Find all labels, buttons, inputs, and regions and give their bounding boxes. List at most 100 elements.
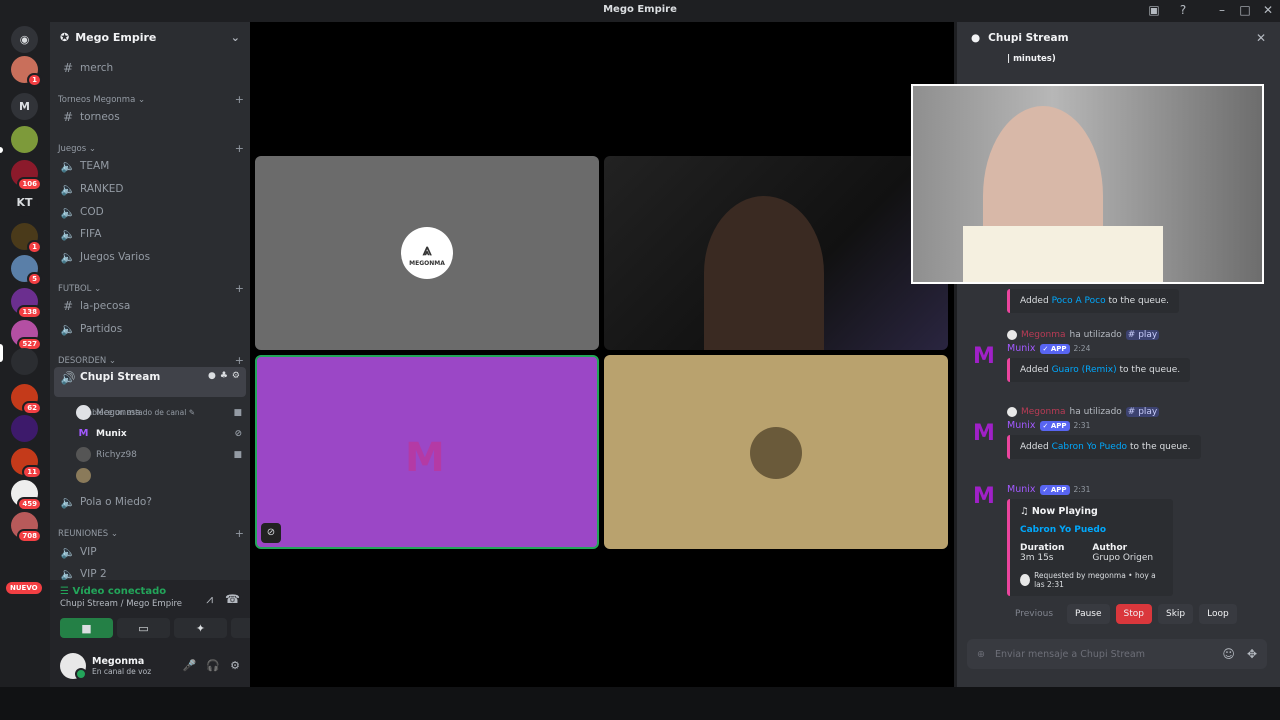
- category-torneos[interactable]: Torneos Megonma ⌄ +: [58, 93, 244, 106]
- command-reply[interactable]: Megonma ha utilizado # play: [1007, 330, 1259, 340]
- video-tile-megonma[interactable]: ⩓ MEGONMA: [255, 156, 599, 350]
- channel-team[interactable]: 🔈 TEAM: [54, 155, 246, 176]
- voice-user[interactable]: [76, 466, 242, 485]
- stop-button[interactable]: Stop: [1115, 604, 1152, 624]
- channel-ranked[interactable]: 🔈 RANKED: [54, 178, 246, 199]
- channel-vip[interactable]: 🔈 VIP: [54, 541, 246, 562]
- speaker-icon: 🔈: [60, 226, 76, 241]
- webcam-shirt: [963, 226, 1163, 282]
- add-attachment-icon[interactable]: ⊕: [977, 649, 985, 660]
- server-icon-11[interactable]: 62: [11, 384, 42, 415]
- microphone-icon[interactable]: 🎤: [183, 659, 197, 672]
- server-icon-3[interactable]: [11, 126, 38, 153]
- channel-fifa[interactable]: 🔈 FIFA: [54, 223, 246, 244]
- inbox-icon[interactable]: ▣: [1146, 3, 1162, 19]
- add-channel-icon[interactable]: +: [235, 142, 244, 155]
- channel-sidebar: ✪ Mego Empire ⌄ # merch Torneos Megonma ⌄…: [50, 22, 284, 687]
- gear-icon[interactable]: ⚙: [232, 371, 240, 381]
- category-futbol[interactable]: FUTBOL ⌄ +: [58, 282, 244, 295]
- help-icon[interactable]: ?: [1175, 3, 1191, 19]
- minimize-icon[interactable]: –: [1214, 3, 1230, 19]
- add-channel-icon[interactable]: +: [235, 527, 244, 540]
- server-icon-10[interactable]: [11, 348, 38, 375]
- invite-icon[interactable]: ♣: [220, 371, 228, 381]
- voice-user[interactable]: Richyz98 ■: [76, 445, 242, 464]
- camera-button[interactable]: ■: [60, 618, 113, 638]
- add-channel-icon[interactable]: +: [235, 93, 244, 106]
- now-playing-song[interactable]: Cabron Yo Puedo: [1020, 525, 1163, 535]
- channel-merch[interactable]: # merch: [54, 57, 246, 78]
- floating-webcam-overlay[interactable]: [911, 84, 1264, 284]
- loop-button[interactable]: Loop: [1199, 604, 1237, 624]
- channel-la-pecosa[interactable]: # la-pecosa: [54, 295, 246, 316]
- skip-button[interactable]: Skip: [1157, 604, 1194, 624]
- server-icon-13[interactable]: 11: [11, 448, 42, 479]
- add-channel-icon[interactable]: +: [235, 354, 244, 367]
- queue-embed: Added Poco A Poco to the queue.: [1007, 289, 1180, 313]
- avatar[interactable]: [60, 652, 87, 680]
- server-icon-4[interactable]: 106: [11, 160, 42, 191]
- message-composer[interactable]: ⊕ Enviar mensaje a Chupi Stream ☺ ✥: [967, 639, 1267, 669]
- voice-user[interactable]: M Munix ⊘: [76, 424, 242, 443]
- author-name[interactable]: Munix: [1007, 343, 1036, 354]
- previous-button[interactable]: Previous: [1007, 604, 1061, 624]
- close-icon[interactable]: ✕: [1256, 31, 1266, 45]
- speaker-icon: 🔈: [60, 249, 76, 264]
- server-icon-14[interactable]: 459: [11, 480, 42, 511]
- pause-button[interactable]: Pause: [1067, 604, 1110, 624]
- munix-avatar[interactable]: M: [971, 421, 997, 447]
- category-juegos[interactable]: Juegos ⌄ +: [58, 142, 244, 155]
- command-reply[interactable]: Megonma ha utilizado # play: [1007, 407, 1259, 417]
- hash-icon: #: [62, 109, 74, 124]
- server-icon-8[interactable]: 138: [11, 288, 42, 319]
- video-tile-munix[interactable]: M ⊘: [255, 355, 599, 549]
- channel-cod[interactable]: 🔈 COD: [54, 201, 246, 222]
- screen-share-button[interactable]: ▭: [117, 618, 170, 638]
- message-input[interactable]: Enviar mensaje a Chupi Stream: [995, 649, 1145, 660]
- category-desorden[interactable]: DESORDEN ⌄ +: [58, 354, 244, 367]
- munix-avatar[interactable]: M: [971, 344, 997, 370]
- video-tile-richyz98[interactable]: [604, 156, 948, 350]
- server-icon-12[interactable]: [11, 415, 38, 442]
- message-munix-1: Megonma ha utilizado # play M Munix ✓ APP 2:…: [969, 330, 1259, 382]
- channel-chupi-stream[interactable]: 🔊 Chupi Stream ● ♣ ⚙: [54, 367, 246, 397]
- disconnect-icon[interactable]: ☎: [225, 592, 240, 607]
- server-icon-6[interactable]: 1: [11, 223, 42, 254]
- megonma-logo: ⩓ MEGONMA: [401, 227, 453, 279]
- emoji-icon[interactable]: ☺: [1222, 647, 1235, 661]
- channel-torneos[interactable]: # torneos: [54, 106, 246, 127]
- chat-icon[interactable]: ●: [208, 371, 216, 381]
- headphones-icon[interactable]: 🎧: [206, 659, 220, 672]
- channel-juegos-varios[interactable]: 🔈 Juegos Varios: [54, 246, 246, 267]
- channel-pola[interactable]: 🔈 Pola o Miedo?: [54, 491, 246, 512]
- add-channel-icon[interactable]: +: [235, 282, 244, 295]
- gear-icon[interactable]: ⚙: [230, 659, 240, 672]
- close-window-icon[interactable]: ✕: [1260, 3, 1276, 19]
- server-icon-7[interactable]: 5: [11, 255, 42, 286]
- speaker-icon: 🔈: [60, 321, 76, 336]
- author-name[interactable]: Munix: [1007, 420, 1036, 431]
- channel-partidos[interactable]: 🔈 Partidos: [54, 318, 246, 339]
- noise-suppression-icon[interactable]: ⩘: [206, 592, 213, 607]
- server-icon-2[interactable]: M: [11, 93, 38, 120]
- voice-user[interactable]: Megonma ■: [76, 403, 242, 422]
- category-reuniones[interactable]: REUNIONES ⌄ +: [58, 527, 244, 540]
- server-icon-1[interactable]: 1: [11, 56, 42, 87]
- stream-off-icon: ⊘: [234, 428, 242, 439]
- guild-header[interactable]: ✪ Mego Empire ⌄: [50, 22, 250, 53]
- maximize-icon[interactable]: □: [1237, 3, 1253, 19]
- avatar: [750, 427, 802, 479]
- server-rail: ◉ 1 M 106 KT 1 5 138 527 62 11 459 708 N…: [0, 22, 50, 687]
- server-icon-15[interactable]: 708: [11, 512, 42, 543]
- server-icon-9[interactable]: 527: [11, 320, 42, 351]
- munix-avatar[interactable]: M: [971, 484, 997, 510]
- author-name[interactable]: Munix: [1007, 484, 1036, 495]
- apps-icon[interactable]: ✥: [1247, 647, 1257, 661]
- video-tile-user4[interactable]: [604, 355, 948, 549]
- discord-home-icon[interactable]: ◉: [11, 26, 38, 53]
- activities-button[interactable]: ✦: [174, 618, 227, 638]
- server-icon-5[interactable]: KT: [11, 189, 38, 216]
- stream-off-icon: ⊘: [261, 523, 281, 543]
- new-badge[interactable]: NUEVO: [6, 582, 42, 594]
- resize-handle[interactable]: [1053, 282, 1123, 284]
